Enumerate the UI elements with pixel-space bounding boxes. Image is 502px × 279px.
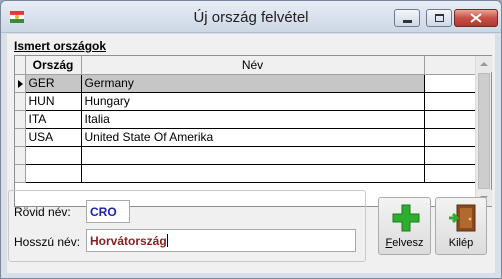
dialog-body: Ismert országok Ország Név GER Germany H… (7, 34, 495, 273)
row-indicator (15, 146, 26, 165)
column-header-name[interactable]: Név (81, 56, 425, 75)
corner-cell (15, 56, 26, 75)
exit-button-label: Kilép (448, 237, 474, 249)
short-name-value: CRO (90, 205, 117, 219)
chevron-up-icon (480, 62, 488, 66)
empty-cell[interactable] (81, 164, 425, 183)
empty-cell[interactable] (81, 146, 425, 165)
column-header-filler (424, 56, 477, 75)
door-exit-icon (449, 204, 476, 232)
table-row[interactable]: USA United State Of Amerika (15, 128, 477, 147)
current-row-icon (18, 79, 23, 88)
close-button[interactable] (454, 9, 498, 27)
long-name-input[interactable]: Horvátország (86, 229, 356, 252)
table-row[interactable]: HUN Hungary (15, 92, 477, 111)
name-cell[interactable]: Hungary (81, 92, 425, 111)
add-button[interactable]: Felvesz (378, 197, 431, 255)
vertical-scrollbar[interactable] (475, 56, 492, 206)
name-cell[interactable]: Germany (81, 74, 425, 93)
empty-cell (424, 74, 477, 93)
name-cell[interactable]: United State Of Amerika (81, 128, 425, 147)
add-button-label: Felvesz (385, 237, 424, 249)
plus-icon (392, 204, 420, 232)
maximize-icon (435, 14, 444, 22)
row-indicator (15, 74, 26, 93)
title-bar[interactable]: Új ország felvétel (1, 1, 501, 33)
empty-cell (424, 164, 477, 183)
row-indicator (15, 164, 26, 183)
column-header-code[interactable]: Ország (25, 56, 82, 75)
minimize-icon (403, 20, 412, 23)
scroll-thumb[interactable] (478, 73, 490, 189)
text-caret (166, 234, 168, 247)
maximize-button[interactable] (426, 9, 452, 27)
row-indicator (15, 128, 26, 147)
minimize-button[interactable] (394, 9, 420, 27)
row-indicator (15, 92, 26, 111)
short-name-input[interactable]: CRO (86, 200, 130, 223)
countries-table: Ország Név GER Germany HUN Hungary ITA I… (15, 56, 477, 183)
code-cell[interactable]: ITA (25, 110, 82, 129)
table-row[interactable] (15, 164, 477, 183)
empty-cell[interactable] (25, 146, 82, 165)
long-name-value: Horvátország (90, 234, 167, 248)
name-cell[interactable]: Italia (81, 110, 425, 129)
close-icon (470, 13, 482, 23)
row-indicator (15, 110, 26, 129)
code-cell[interactable]: HUN (25, 92, 82, 111)
empty-cell (424, 92, 477, 111)
table-row[interactable]: ITA Italia (15, 110, 477, 129)
exit-button[interactable]: Kilép (435, 197, 487, 255)
dialog-window: Új ország felvétel Ismert országok Orszá… (0, 0, 502, 279)
section-title: Ismert országok (14, 39, 107, 53)
table-row[interactable] (15, 146, 477, 165)
empty-cell (424, 146, 477, 165)
code-cell[interactable]: GER (25, 74, 82, 93)
scroll-up-button[interactable] (476, 56, 492, 72)
countries-grid[interactable]: Ország Név GER Germany HUN Hungary ITA I… (14, 55, 492, 207)
new-country-form: Rövid név: CRO Hosszú név: Horvátország (8, 190, 366, 262)
table-row[interactable]: GER Germany (15, 74, 477, 93)
code-cell[interactable]: USA (25, 128, 82, 147)
short-name-label: Rövid név: (14, 205, 71, 219)
header-row: Ország Név (15, 56, 477, 75)
empty-cell (424, 110, 477, 129)
empty-cell (424, 128, 477, 147)
long-name-label: Hosszú név: (14, 235, 81, 249)
empty-cell[interactable] (25, 164, 82, 183)
